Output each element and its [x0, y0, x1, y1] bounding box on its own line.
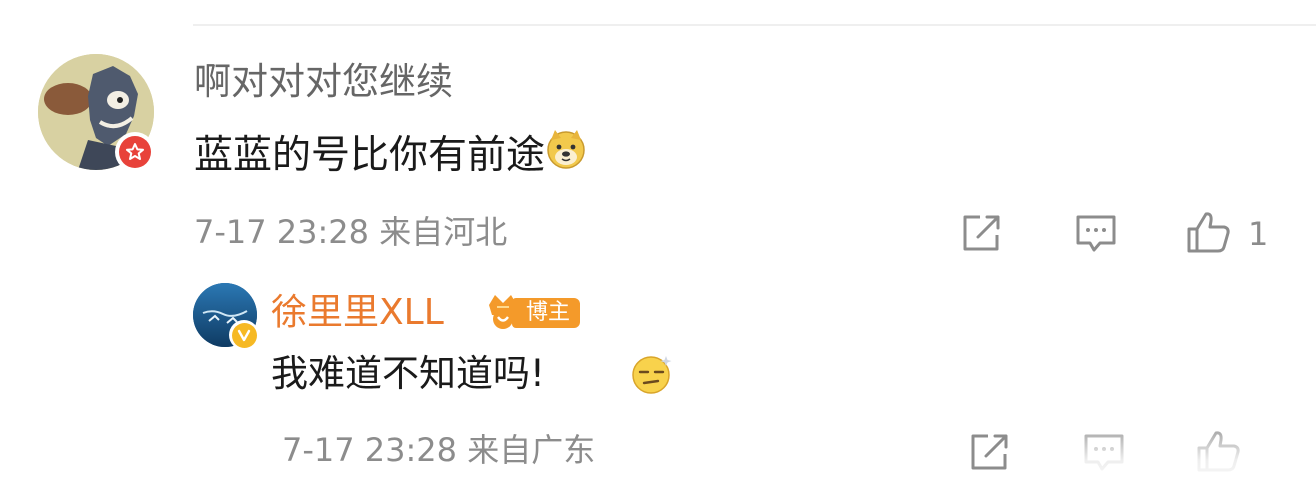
reply-timestamp: 7-17 23:28 来自广东 [282, 431, 596, 469]
reply-text: 我难道不知道吗! [271, 352, 545, 395]
verified-badge-icon [115, 132, 155, 172]
comment-icon [1074, 213, 1118, 259]
doge-emoji-icon [545, 128, 587, 184]
share-button[interactable] [960, 213, 1002, 257]
author-tag: 博主 [486, 293, 581, 333]
like-count: 1 [1248, 215, 1269, 253]
reply-button[interactable] [1074, 213, 1118, 259]
top-divider [193, 24, 1316, 26]
comment-text: 蓝蓝的号比你有前途 [194, 128, 587, 184]
share-icon [968, 432, 1010, 476]
verified-v-badge-icon [229, 320, 259, 350]
comment-text-content: 蓝蓝的号比你有前途 [194, 133, 546, 178]
thumbs-up-icon [1186, 209, 1232, 259]
like-button[interactable]: 1 [1186, 209, 1268, 259]
comment-timestamp: 7-17 23:28 来自河北 [194, 213, 508, 251]
reply-share-button[interactable] [968, 432, 1010, 476]
author-tag-label: 博主 [512, 298, 581, 328]
reply-username[interactable]: 徐里里XLL [271, 289, 444, 337]
dizzy-face-emoji-icon [630, 352, 674, 400]
bottom-fade-overlay [1060, 418, 1316, 494]
share-icon [960, 213, 1002, 257]
comment-username[interactable]: 啊对对对您继续 [194, 58, 453, 106]
